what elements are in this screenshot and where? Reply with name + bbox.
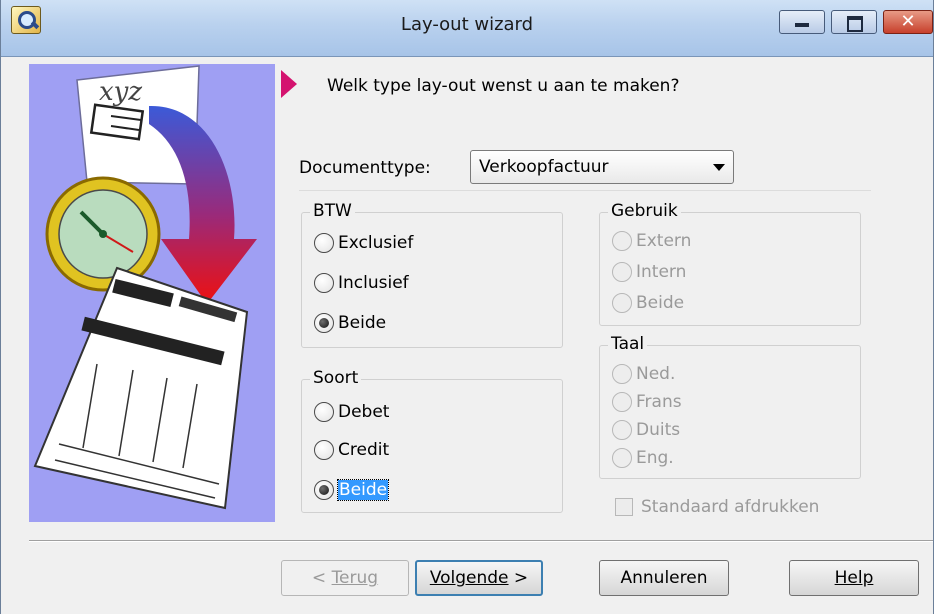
radio-button[interactable] — [314, 273, 334, 293]
btw-option-inclusief[interactable]: Inclusief — [314, 271, 409, 295]
gebruik-group: Gebruik Extern Intern Beide — [599, 201, 861, 326]
radio-label-focused: Beide — [336, 479, 390, 501]
minimize-icon — [795, 23, 809, 27]
documenttype-value: Verkoopfactuur — [479, 157, 609, 177]
radio-button-checked[interactable] — [314, 313, 334, 333]
radio-label: Intern — [636, 262, 687, 282]
close-button[interactable]: ✕ — [883, 10, 933, 34]
radio-label: Duits — [636, 420, 681, 440]
radio-label: Eng. — [636, 448, 674, 468]
btw-group-title: BTW — [310, 201, 355, 221]
soort-option-debet[interactable]: Debet — [314, 400, 389, 424]
gebruik-option-beide[interactable]: Beide — [612, 291, 684, 315]
help-button-label: Help — [834, 568, 874, 588]
radio-button[interactable] — [314, 233, 334, 253]
soort-option-credit[interactable]: Credit — [314, 438, 389, 462]
standaard-afdrukken-checkbox[interactable] — [615, 498, 633, 516]
taal-group: Taal Ned. Frans Duits Eng. — [599, 334, 861, 479]
next-button-suffix: > — [508, 568, 529, 588]
separator — [299, 190, 871, 191]
btw-group: BTW Exclusief Inclusief Beide — [301, 201, 563, 348]
radio-button[interactable] — [314, 440, 334, 460]
wizard-illustration: xyz — [29, 64, 275, 522]
soort-option-beide[interactable]: Beide — [314, 478, 390, 502]
documenttype-select[interactable]: Verkoopfactuur — [470, 150, 734, 184]
maximize-button[interactable] — [831, 10, 877, 34]
illustration-text: xyz — [99, 77, 142, 107]
back-button-prefix: < — [311, 568, 332, 588]
radio-button-disabled[interactable] — [612, 231, 632, 251]
gebruik-option-extern[interactable]: Extern — [612, 229, 691, 253]
radio-label: Inclusief — [338, 273, 409, 293]
radio-button-disabled[interactable] — [612, 420, 632, 440]
radio-button[interactable] — [314, 402, 334, 422]
taal-option-frans[interactable]: Frans — [612, 390, 682, 414]
radio-button-disabled[interactable] — [612, 293, 632, 313]
radio-label: Exclusief — [338, 233, 414, 253]
dropdown-arrow-icon[interactable] — [713, 164, 725, 171]
help-button[interactable]: Help — [789, 560, 919, 596]
radio-button-disabled[interactable] — [612, 448, 632, 468]
radio-label: Extern — [636, 231, 692, 251]
radio-label: Beide — [636, 293, 685, 313]
radio-button-disabled[interactable] — [612, 262, 632, 282]
cancel-button-label: Annuleren — [620, 568, 708, 588]
next-button-label: Volgende — [429, 568, 509, 588]
close-icon: ✕ — [900, 11, 916, 32]
step-pointer-icon — [281, 70, 297, 98]
taal-option-duits[interactable]: Duits — [612, 418, 680, 442]
radio-button-checked[interactable] — [314, 480, 334, 500]
back-button[interactable]: < Terug — [281, 560, 409, 596]
gebruik-option-intern[interactable]: Intern — [612, 260, 686, 284]
btw-option-exclusief[interactable]: Exclusief — [314, 231, 413, 255]
title-bar[interactable]: Lay-out wizard ✕ — [1, 0, 933, 57]
invoice-clock-illustration: xyz — [33, 65, 257, 510]
standaard-afdrukken-checkbox-row[interactable]: Standaard afdrukken — [615, 497, 819, 517]
standaard-afdrukken-label: Standaard afdrukken — [641, 497, 820, 517]
radio-label: Beide — [338, 313, 387, 333]
curved-arrow-icon — [149, 105, 257, 304]
cancel-button[interactable]: Annuleren — [599, 560, 729, 596]
soort-group-title: Soort — [310, 368, 362, 388]
taal-option-eng[interactable]: Eng. — [612, 446, 674, 470]
clock-icon — [45, 176, 161, 292]
maximize-icon — [847, 16, 863, 32]
soort-group: Soort Debet Credit Beide — [301, 368, 563, 513]
btw-option-beide[interactable]: Beide — [314, 311, 386, 335]
back-button-label: Terug — [331, 568, 379, 588]
invoice-document-icon — [33, 266, 249, 510]
radio-button-disabled[interactable] — [612, 392, 632, 412]
wizard-window: Lay-out wizard ✕ xyz Welk type lay-out w… — [0, 0, 934, 614]
radio-label: Debet — [338, 402, 390, 422]
next-button[interactable]: Volgende > — [415, 560, 543, 596]
minimize-button[interactable] — [779, 10, 825, 34]
gebruik-group-title: Gebruik — [608, 201, 681, 221]
wizard-question: Welk type lay-out wenst u aan te maken? — [327, 76, 680, 96]
taal-group-title: Taal — [608, 334, 648, 354]
radio-button-disabled[interactable] — [612, 364, 632, 384]
separator — [29, 540, 933, 542]
radio-label: Ned. — [636, 364, 676, 384]
radio-label: Frans — [636, 392, 682, 412]
documenttype-label: Documenttype: — [299, 158, 431, 178]
radio-label: Credit — [338, 440, 390, 460]
taal-option-ned[interactable]: Ned. — [612, 362, 675, 386]
